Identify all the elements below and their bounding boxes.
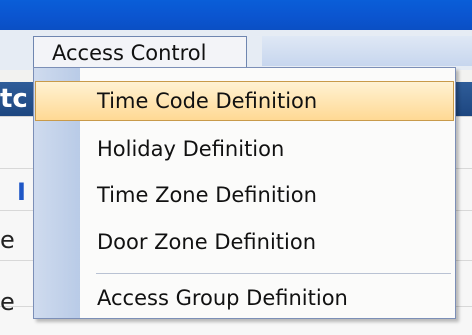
menu-item-label: Door Zone Definition — [97, 230, 317, 254]
access-control-dropdown: Time Code Definition Holiday Definition … — [33, 67, 456, 319]
menu-item-time-code-definition[interactable]: Time Code Definition — [35, 81, 454, 121]
menu-item-door-zone-definition[interactable]: Door Zone Definition — [35, 222, 454, 262]
menu-item-label: Holiday Definition — [97, 137, 285, 161]
background-label: I — [17, 178, 26, 206]
background-header-text: tc — [0, 84, 28, 114]
background-label: e — [0, 288, 15, 316]
menu-item-holiday-definition[interactable]: Holiday Definition — [35, 129, 454, 169]
menu-item-label: Access Group Definition — [97, 286, 348, 310]
window-title-bar — [0, 0, 472, 30]
menu-item-label: Time Zone Definition — [97, 183, 317, 207]
menu-bar-background — [262, 36, 472, 66]
menu-item-access-group-definition[interactable]: Access Group Definition — [35, 278, 454, 318]
background-label: e — [0, 226, 15, 254]
menu-access-control[interactable]: Access Control — [33, 36, 247, 68]
menu-item-label: Time Code Definition — [97, 89, 318, 113]
menu-separator — [96, 273, 451, 274]
menu-item-time-zone-definition[interactable]: Time Zone Definition — [35, 175, 454, 215]
